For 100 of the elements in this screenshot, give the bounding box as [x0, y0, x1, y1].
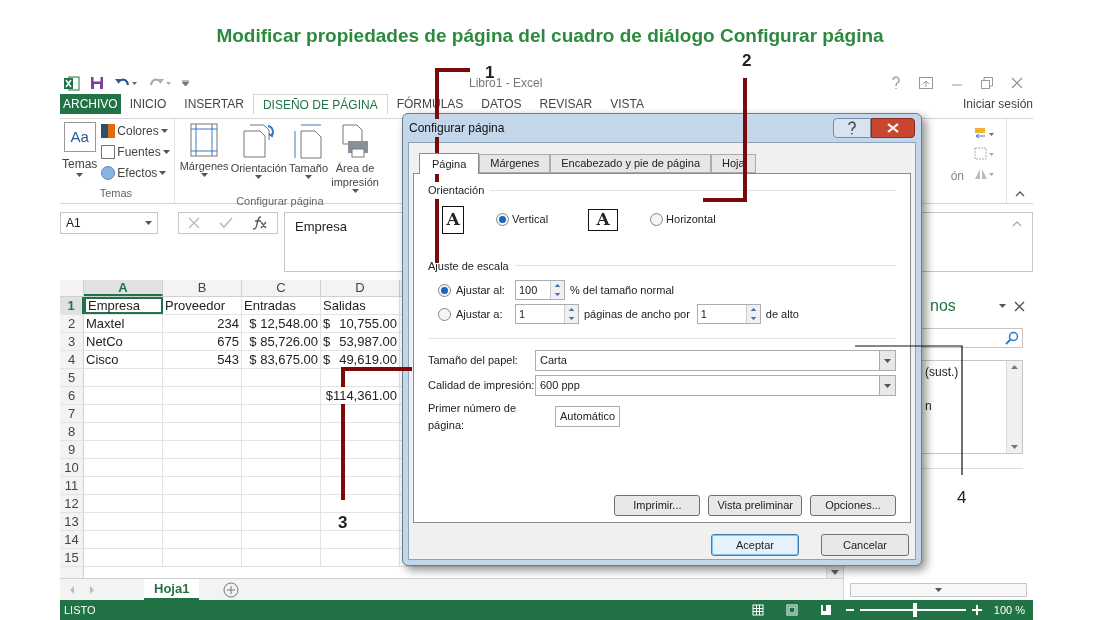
- table-cell[interactable]: Salidas: [321, 297, 400, 314]
- ribbon-button[interactable]: Tamaño: [287, 123, 330, 179]
- rotate-icon[interactable]: [974, 167, 996, 181]
- radio-label[interactable]: Horizontal: [666, 211, 716, 228]
- ribbon-small-button[interactable]: Fuentes: [101, 143, 170, 161]
- check-icon[interactable]: [219, 217, 233, 229]
- table-cell[interactable]: Empresa: [84, 297, 163, 314]
- ribbon-small-button[interactable]: Efectos: [101, 164, 170, 182]
- help-icon[interactable]: [891, 76, 901, 90]
- status-text: LISTO: [64, 602, 96, 618]
- dialog-button[interactable]: Opciones...: [810, 495, 896, 516]
- list-item[interactable]: (sust.): [925, 363, 1006, 381]
- ribbon-tab[interactable]: INSERTAR: [175, 94, 253, 114]
- input-field[interactable]: Automático: [555, 406, 621, 427]
- ribbon-tab[interactable]: ARCHIVO: [60, 94, 121, 114]
- dialog-tab[interactable]: Encabezado y pie de página: [550, 154, 712, 173]
- row-header[interactable]: 8: [60, 423, 84, 440]
- table-cell[interactable]: Entradas: [242, 297, 321, 314]
- table-cell[interactable]: $ 53,987.00: [321, 333, 400, 350]
- zoom-slider[interactable]: [859, 603, 966, 617]
- table-cell[interactable]: $ 10,755.00: [321, 315, 400, 332]
- dialog-tab[interactable]: Página: [419, 153, 480, 174]
- column-header[interactable]: B: [163, 280, 242, 296]
- table-cell[interactable]: $ 49,619.00: [321, 351, 400, 368]
- radio-button[interactable]: [496, 213, 509, 226]
- row-header[interactable]: 15: [60, 549, 84, 566]
- function-icon[interactable]: [251, 216, 268, 230]
- zoom-thumb[interactable]: [912, 603, 917, 617]
- sheet-tab[interactable]: Hoja1: [144, 579, 200, 600]
- dialog-button[interactable]: Vista preliminar: [708, 495, 802, 516]
- add-sheet-icon[interactable]: [223, 581, 240, 598]
- restore-icon[interactable]: [981, 77, 993, 89]
- ribbon-tab[interactable]: DATOS: [472, 94, 531, 114]
- ribbon-label: ón: [950, 168, 964, 185]
- radio-label[interactable]: Ajustar al:: [456, 281, 510, 299]
- dropdown[interactable]: [850, 583, 1027, 597]
- ribbon-button[interactable]: Orientación: [229, 123, 288, 179]
- help-button[interactable]: [833, 118, 871, 138]
- row-header[interactable]: [60, 567, 84, 578]
- radio-label[interactable]: Ajustar a:: [456, 305, 510, 323]
- radio-label[interactable]: Vertical: [512, 211, 549, 228]
- search-icon[interactable]: [1005, 331, 1019, 345]
- row-header[interactable]: 4: [60, 351, 84, 368]
- row-header[interactable]: 12: [60, 495, 84, 512]
- radio-button[interactable]: [650, 213, 664, 226]
- dialog-button[interactable]: Cancelar: [821, 534, 909, 556]
- row-header[interactable]: 11: [60, 477, 84, 494]
- spin-field[interactable]: 1: [515, 304, 579, 324]
- column-header[interactable]: A: [84, 280, 163, 296]
- grid-view-icon[interactable]: [751, 604, 764, 616]
- scroll-left-icon[interactable]: [68, 584, 76, 595]
- collapse-ribbon-icon[interactable]: [1015, 191, 1025, 197]
- dropdown[interactable]: Carta: [535, 350, 896, 371]
- cancel-icon[interactable]: [188, 217, 201, 229]
- ribbon-tab[interactable]: INICIO: [120, 94, 176, 114]
- name-box[interactable]: A1: [60, 212, 158, 234]
- row-header[interactable]: 9: [60, 441, 84, 458]
- dialog-button[interactable]: Aceptar: [711, 534, 799, 556]
- spin-field[interactable]: 1: [696, 304, 761, 324]
- row-header[interactable]: 7: [60, 405, 84, 422]
- row-header[interactable]: 5: [60, 369, 84, 386]
- row-header[interactable]: 10: [60, 459, 84, 476]
- column-header[interactable]: C: [242, 280, 321, 296]
- list-scrollbar[interactable]: [1006, 361, 1022, 453]
- customize-toolbar-icon[interactable]: [182, 80, 189, 86]
- dialog-tab[interactable]: Márgenes: [479, 154, 551, 173]
- group-objects-icon[interactable]: [974, 147, 996, 161]
- dialog-button[interactable]: Imprimir...: [614, 495, 701, 516]
- ribbon-tab[interactable]: VISTA: [601, 94, 654, 114]
- zoom-in-icon[interactable]: [971, 605, 982, 615]
- ribbon-tab[interactable]: DISEÑO DE PÁGINA: [252, 94, 388, 114]
- ribbon-display-icon[interactable]: [919, 77, 933, 89]
- row-header[interactable]: 14: [60, 531, 84, 548]
- dropdown[interactable]: 600 ppp: [535, 375, 896, 396]
- row-header[interactable]: 6: [60, 387, 84, 404]
- column-header[interactable]: D: [321, 280, 400, 296]
- row-header[interactable]: 2: [60, 315, 84, 332]
- row-header[interactable]: 3: [60, 333, 84, 350]
- row-header[interactable]: 13: [60, 513, 84, 530]
- scroll-right-icon[interactable]: [88, 584, 96, 595]
- page-layout-icon[interactable]: [785, 604, 798, 616]
- close-button[interactable]: [871, 118, 915, 138]
- table-cell[interactable]: Proveedor: [163, 297, 242, 314]
- ribbon-button[interactable]: Márgenes: [178, 123, 230, 177]
- collapse-icon[interactable]: [1012, 221, 1022, 227]
- spreadsheet-logo-icon[interactable]: [64, 75, 80, 91]
- radio-button[interactable]: [438, 283, 451, 297]
- themes-button[interactable]: Aa Temas: [62, 122, 98, 182]
- ribbon-button[interactable]: Área de impresión: [329, 123, 382, 193]
- spin-field[interactable]: 100: [515, 280, 565, 300]
- ribbon-tab[interactable]: REVISAR: [530, 94, 602, 114]
- close-icon[interactable]: [1014, 300, 1025, 312]
- list-item[interactable]: n: [925, 397, 1006, 415]
- bring-forward-icon[interactable]: [974, 127, 996, 141]
- radio-button[interactable]: [438, 307, 451, 321]
- row-header[interactable]: 1: [60, 297, 84, 314]
- ribbon-small-button[interactable]: Colores: [101, 122, 170, 140]
- page-break-icon[interactable]: [819, 604, 832, 616]
- sign-in-link[interactable]: Iniciar sesión: [962, 94, 1033, 114]
- field-suffix: páginas de ancho por: [584, 306, 690, 322]
